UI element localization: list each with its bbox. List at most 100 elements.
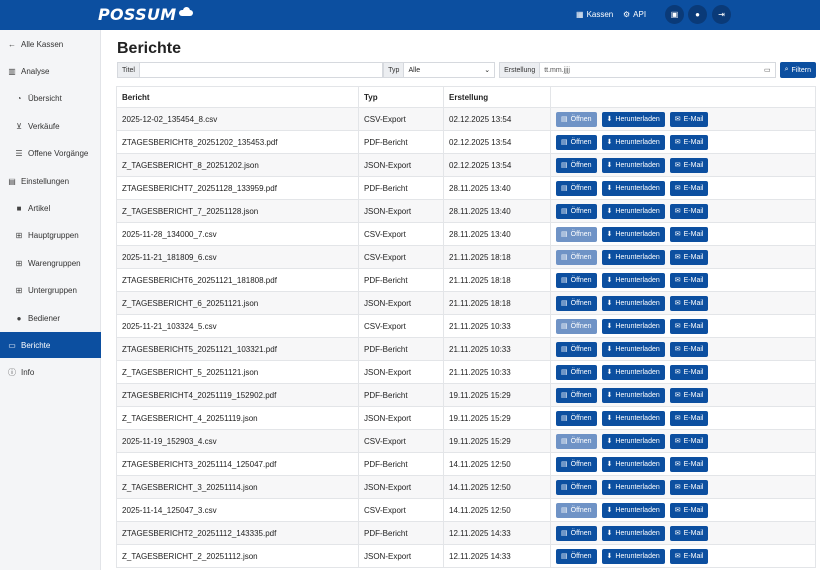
sidebar-item-info[interactable]: ⓘ Info — [0, 360, 101, 386]
open-button[interactable]: ▤ Öffnen — [556, 272, 597, 288]
email-button[interactable]: ✉ E-Mail — [669, 456, 709, 472]
open-button[interactable]: ▤ Öffnen — [556, 341, 597, 357]
download-button[interactable]: ⬇ Herunterladen — [601, 525, 665, 541]
open-button-label: Öffnen — [570, 115, 592, 123]
download-button[interactable]: ⬇ Herunterladen — [601, 249, 665, 265]
open-button[interactable]: ▤ Öffnen — [556, 318, 597, 334]
sidebar-item-bediener[interactable]: ● Bediener — [0, 305, 101, 331]
sidebar-item-untergruppen[interactable]: ⊞ Untergruppen — [0, 278, 101, 304]
email-button[interactable]: ✉ E-Mail — [669, 111, 709, 127]
email-button[interactable]: ✉ E-Mail — [669, 134, 709, 150]
date-filter-input[interactable]: tt.mm.jjjj ▭ — [540, 62, 776, 78]
logout-button[interactable]: ⇥ — [712, 5, 731, 24]
kassen-link[interactable]: ▦ Kassen — [576, 10, 613, 19]
download-button[interactable]: ⬇ Herunterladen — [601, 295, 665, 311]
open-button[interactable]: ▤ Öffnen — [556, 180, 597, 196]
open-button[interactable]: ▤ Öffnen — [556, 134, 597, 150]
download-icon: ⬇ — [606, 346, 613, 353]
open-button[interactable]: ▤ Öffnen — [556, 502, 597, 518]
cell-name: 2025-11-28_134000_7.csv — [116, 222, 359, 246]
open-button[interactable]: ▤ Öffnen — [556, 456, 597, 472]
download-button[interactable]: ⬇ Herunterladen — [601, 318, 665, 334]
email-button-label: E-Mail — [683, 138, 704, 146]
download-button[interactable]: ⬇ Herunterladen — [601, 203, 665, 219]
open-button[interactable]: ▤ Öffnen — [556, 249, 597, 265]
download-button[interactable]: ⬇ Herunterladen — [601, 548, 665, 564]
sidebar-item-einstellungen[interactable]: ▤ Einstellungen — [0, 168, 101, 194]
download-button[interactable]: ⬇ Herunterladen — [601, 456, 665, 472]
email-button[interactable]: ✉ E-Mail — [669, 387, 709, 403]
toolbox-button[interactable]: ▣ — [665, 5, 684, 24]
email-button[interactable]: ✉ E-Mail — [669, 157, 709, 173]
cell-actions: ▤ Öffnen ⬇ Herunterladen ✉ E-Mail — [550, 176, 816, 200]
box-icon: ■ — [16, 203, 22, 213]
download-button[interactable]: ⬇ Herunterladen — [601, 272, 665, 288]
open-button[interactable]: ▤ Öffnen — [556, 226, 597, 242]
open-button[interactable]: ▤ Öffnen — [556, 410, 597, 426]
sidebar-item-übersicht[interactable]: ◔ Übersicht — [0, 86, 101, 112]
download-button[interactable]: ⬇ Herunterladen — [601, 433, 665, 449]
email-button[interactable]: ✉ E-Mail — [669, 479, 709, 495]
cell-date: 28.11.2025 13:40 — [443, 176, 551, 200]
open-button[interactable]: ▤ Öffnen — [556, 157, 597, 173]
type-filter-select[interactable]: Alle ⌄ — [404, 62, 496, 78]
sidebar-item-artikel[interactable]: ■ Artikel — [0, 195, 101, 221]
date-filter-placeholder: tt.mm.jjjj — [544, 66, 570, 74]
download-button[interactable]: ⬇ Herunterladen — [601, 111, 665, 127]
email-button-label: E-Mail — [683, 299, 704, 307]
email-button[interactable]: ✉ E-Mail — [669, 502, 709, 518]
email-button-label: E-Mail — [683, 391, 704, 399]
open-button[interactable]: ▤ Öffnen — [556, 111, 597, 127]
email-button[interactable]: ✉ E-Mail — [669, 272, 709, 288]
email-button[interactable]: ✉ E-Mail — [669, 203, 709, 219]
download-icon: ⬇ — [606, 392, 613, 399]
open-button[interactable]: ▤ Öffnen — [556, 387, 597, 403]
open-button[interactable]: ▤ Öffnen — [556, 433, 597, 449]
email-button[interactable]: ✉ E-Mail — [669, 433, 709, 449]
email-button[interactable]: ✉ E-Mail — [669, 410, 709, 426]
email-button[interactable]: ✉ E-Mail — [669, 249, 709, 265]
email-button[interactable]: ✉ E-Mail — [669, 180, 709, 196]
api-link[interactable]: ⚙ API — [623, 10, 646, 19]
download-button[interactable]: ⬇ Herunterladen — [601, 502, 665, 518]
filter-button[interactable]: ⌕ Filtern — [779, 62, 816, 78]
open-button[interactable]: ▤ Öffnen — [556, 548, 597, 564]
download-button[interactable]: ⬇ Herunterladen — [601, 364, 665, 380]
sidebar-item-alle-kassen[interactable]: ← Alle Kassen — [0, 31, 101, 57]
open-button[interactable]: ▤ Öffnen — [556, 295, 597, 311]
user-settings-button[interactable]: ● — [688, 5, 707, 24]
email-button[interactable]: ✉ E-Mail — [669, 364, 709, 380]
sidebar-item-offene-vorgänge[interactable]: ☰ Offene Vorgänge — [0, 141, 101, 167]
open-button[interactable]: ▤ Öffnen — [556, 364, 597, 380]
open-button[interactable]: ▤ Öffnen — [556, 525, 597, 541]
download-button[interactable]: ⬇ Herunterladen — [601, 387, 665, 403]
download-button[interactable]: ⬇ Herunterladen — [601, 226, 665, 242]
cell-type: CSV-Export — [358, 498, 444, 522]
calendar-icon[interactable]: ▭ — [764, 66, 771, 74]
download-button[interactable]: ⬇ Herunterladen — [601, 180, 665, 196]
sidebar-item-warengruppen[interactable]: ⊞ Warengruppen — [0, 250, 101, 276]
sidebar-item-hauptgruppen[interactable]: ⊞ Hauptgruppen — [0, 223, 101, 249]
email-button[interactable]: ✉ E-Mail — [669, 548, 709, 564]
download-button[interactable]: ⬇ Herunterladen — [601, 157, 665, 173]
email-button[interactable]: ✉ E-Mail — [669, 318, 709, 334]
open-button[interactable]: ▤ Öffnen — [556, 479, 597, 495]
download-button[interactable]: ⬇ Herunterladen — [601, 410, 665, 426]
open-button[interactable]: ▤ Öffnen — [556, 203, 597, 219]
email-button[interactable]: ✉ E-Mail — [669, 525, 709, 541]
sidebar-item-label: Artikel — [28, 203, 51, 213]
logout-icon: ⇥ — [718, 10, 725, 19]
logo[interactable]: POSSUM — [98, 5, 193, 24]
download-button[interactable]: ⬇ Herunterladen — [601, 479, 665, 495]
email-button[interactable]: ✉ E-Mail — [669, 295, 709, 311]
sidebar-item-analyse[interactable]: ▥ Analyse — [0, 58, 101, 84]
download-button-label: Herunterladen — [615, 529, 660, 537]
download-button[interactable]: ⬇ Herunterladen — [601, 341, 665, 357]
email-button[interactable]: ✉ E-Mail — [669, 226, 709, 242]
download-button[interactable]: ⬇ Herunterladen — [601, 134, 665, 150]
sidebar-item-verkäufe[interactable]: ⊻ Verkäufe — [0, 113, 101, 139]
sidebar-item-label: Alle Kassen — [21, 39, 64, 49]
sidebar-item-berichte[interactable]: ▭ Berichte — [0, 332, 101, 359]
email-button[interactable]: ✉ E-Mail — [669, 341, 709, 357]
title-filter-input[interactable] — [139, 62, 384, 78]
